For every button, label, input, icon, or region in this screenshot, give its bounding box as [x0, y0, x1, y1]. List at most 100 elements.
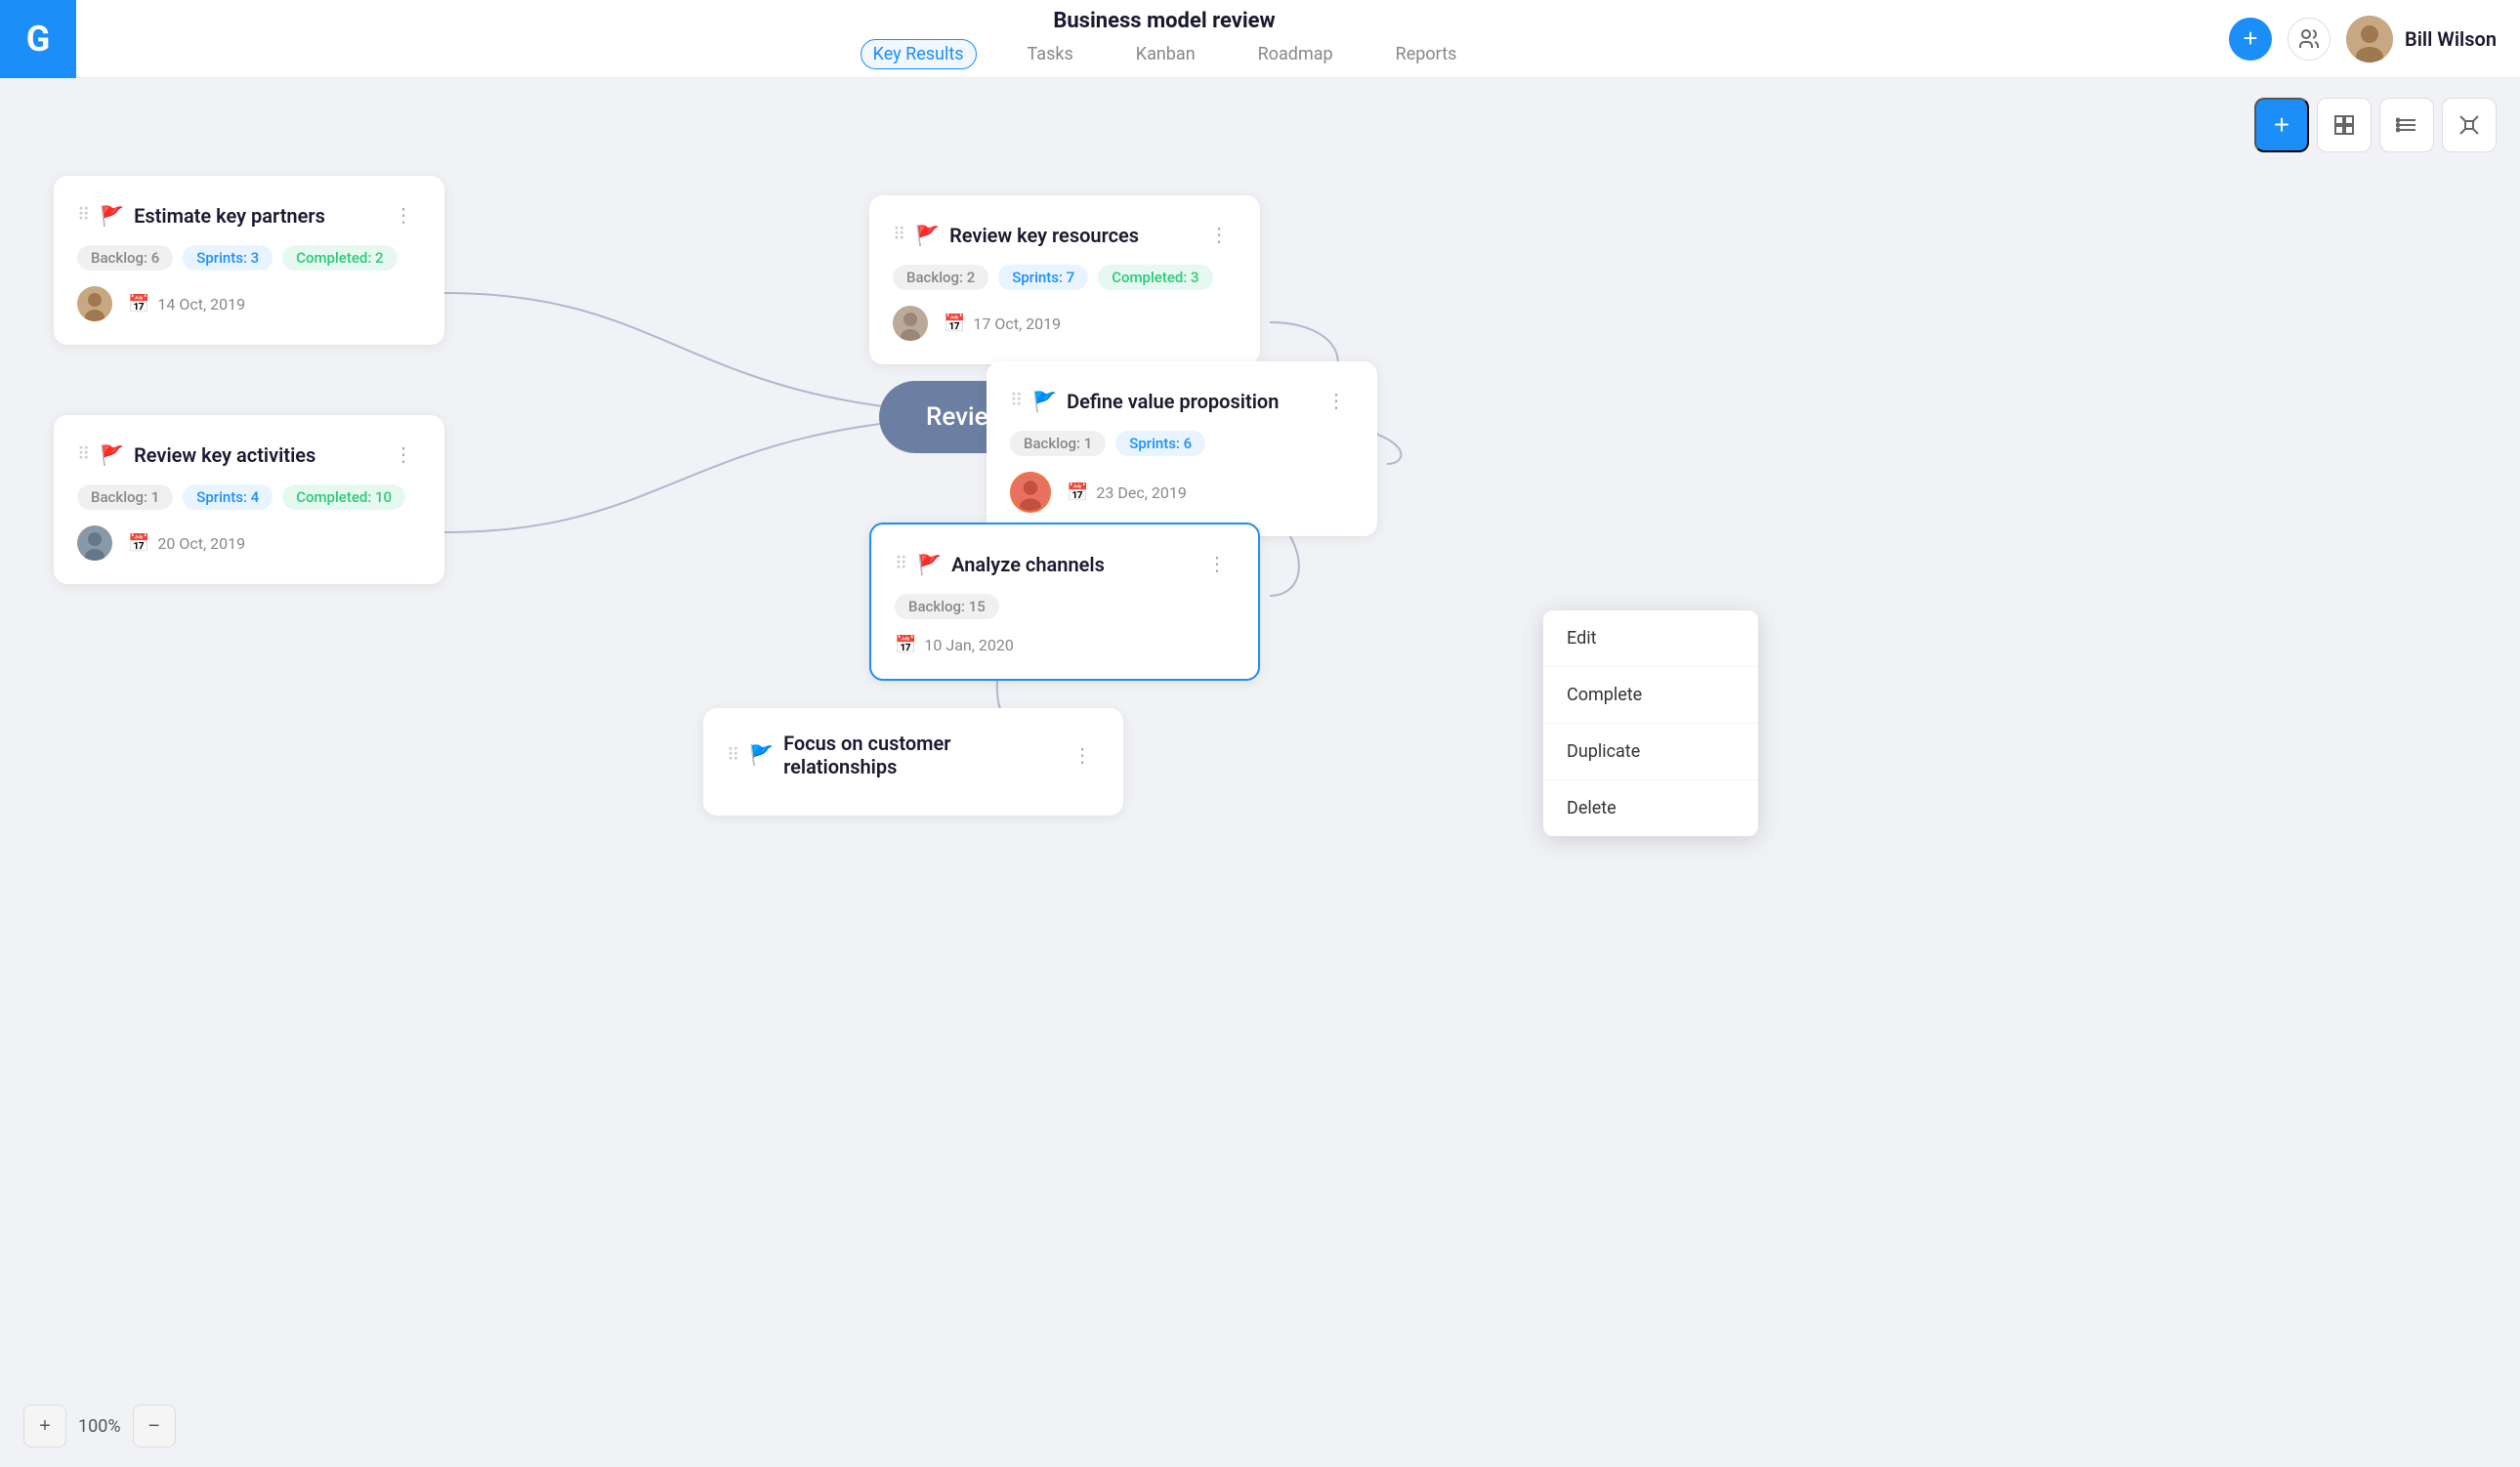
- date-label: 17 Oct, 2019: [973, 314, 1061, 333]
- list-view-button[interactable]: [2379, 98, 2434, 152]
- card-title: Estimate key partners: [134, 204, 325, 228]
- card-review-key-resources: ⠿ 🚩 Review key resources ⋮ Backlog: 2 Sp…: [869, 195, 1260, 364]
- more-button[interactable]: ⋮: [386, 199, 421, 231]
- card-header: ⠿ 🚩 Estimate key partners ⋮: [77, 199, 421, 231]
- card-title: Review key resources: [949, 224, 1139, 247]
- tab-kanban[interactable]: Kanban: [1124, 40, 1207, 68]
- badge-completed: Completed: 10: [282, 484, 405, 510]
- badges: Backlog: 1 Sprints: 4 Completed: 10: [77, 484, 421, 510]
- badge-backlog: Backlog: 1: [77, 484, 173, 510]
- flag-icon: 🚩: [749, 743, 774, 767]
- avatar: [77, 286, 112, 321]
- flag-icon: 🚩: [100, 443, 124, 467]
- context-menu: Edit Complete Duplicate Delete: [1543, 610, 1758, 836]
- card-title: Define value proposition: [1067, 390, 1279, 413]
- user-area: Bill Wilson: [2346, 16, 2497, 63]
- drag-handle[interactable]: ⠿: [1010, 391, 1023, 411]
- more-button[interactable]: ⋮: [1201, 219, 1237, 251]
- card-footer: 📅 20 Oct, 2019: [77, 525, 421, 561]
- tab-tasks[interactable]: Tasks: [1016, 40, 1085, 68]
- avatar: [77, 525, 112, 561]
- date-label: 23 Dec, 2019: [1096, 483, 1186, 502]
- avatar: [893, 306, 928, 341]
- menu-item-complete[interactable]: Complete: [1543, 667, 1758, 724]
- card-footer: 📅 17 Oct, 2019: [893, 306, 1237, 341]
- date-area: 📅 20 Oct, 2019: [128, 533, 245, 554]
- card-title-area: ⠿ 🚩 Focus on customer relationships: [727, 732, 1065, 778]
- page-title: Business model review: [1053, 9, 1275, 33]
- logo[interactable]: G: [0, 0, 76, 78]
- users-icon-button[interactable]: [2288, 18, 2331, 61]
- drag-handle[interactable]: ⠿: [77, 444, 90, 465]
- bottom-bar: + 100% −: [23, 1404, 176, 1447]
- date-label: 14 Oct, 2019: [157, 295, 245, 314]
- card-footer: 📅 10 Jan, 2020: [895, 635, 1235, 655]
- menu-item-duplicate[interactable]: Duplicate: [1543, 724, 1758, 780]
- drag-handle[interactable]: ⠿: [895, 554, 907, 574]
- more-button[interactable]: ⋮: [1065, 739, 1100, 772]
- card-title: Focus on customer relationships: [783, 732, 1065, 778]
- badges: Backlog: 2 Sprints: 7 Completed: 3: [893, 265, 1237, 290]
- header-center: Business model review Key Results Tasks …: [100, 9, 2229, 69]
- logo-icon: G: [26, 19, 51, 60]
- nav-tabs: Key Results Tasks Kanban Roadmap Reports: [861, 39, 1469, 69]
- calendar-icon: 📅: [128, 294, 149, 314]
- drag-handle[interactable]: ⠿: [727, 745, 739, 766]
- canvas: +: [0, 78, 2520, 1467]
- more-button[interactable]: ⋮: [1199, 548, 1235, 580]
- menu-item-delete[interactable]: Delete: [1543, 780, 1758, 836]
- badge-sprints: Sprints: 7: [998, 265, 1088, 290]
- more-button[interactable]: ⋮: [386, 439, 421, 471]
- grid-view-button[interactable]: [2317, 98, 2372, 152]
- tab-roadmap[interactable]: Roadmap: [1246, 40, 1345, 68]
- card-title: Review key activities: [134, 443, 315, 467]
- card-title-area: ⠿ 🚩 Review key activities: [77, 443, 315, 467]
- badge-sprints: Sprints: 4: [183, 484, 273, 510]
- menu-item-edit[interactable]: Edit: [1543, 610, 1758, 667]
- collapse-button[interactable]: [2442, 98, 2497, 152]
- zoom-level: 100%: [78, 1416, 121, 1437]
- badges: Backlog: 1 Sprints: 6: [1010, 431, 1354, 456]
- card-define-value-proposition: ⠿ 🚩 Define value proposition ⋮ Backlog: …: [987, 361, 1377, 536]
- drag-handle[interactable]: ⠿: [77, 205, 90, 226]
- badges: Backlog: 15: [895, 594, 1235, 619]
- more-button[interactable]: ⋮: [1319, 385, 1354, 417]
- header: G Business model review Key Results Task…: [0, 0, 2520, 78]
- date-area: 📅 10 Jan, 2020: [895, 635, 1014, 655]
- card-title-area: ⠿ 🚩 Analyze channels: [895, 553, 1105, 576]
- badge-backlog: Backlog: 15: [895, 594, 999, 619]
- badge-backlog: Backlog: 2: [893, 265, 988, 290]
- badge-sprints: Sprints: 3: [183, 245, 273, 271]
- zoom-out-button[interactable]: −: [133, 1404, 176, 1447]
- avatar: [1010, 472, 1051, 513]
- card-header: ⠿ 🚩 Define value proposition ⋮: [1010, 385, 1354, 417]
- tab-key-results[interactable]: Key Results: [861, 39, 977, 69]
- canvas-toolbar: +: [2254, 98, 2497, 152]
- add-button[interactable]: +: [2229, 18, 2272, 61]
- badges: Backlog: 6 Sprints: 3 Completed: 2: [77, 245, 421, 271]
- badge-completed: Completed: 3: [1098, 265, 1212, 290]
- card-footer: 📅 14 Oct, 2019: [77, 286, 421, 321]
- canvas-add-button[interactable]: +: [2254, 98, 2309, 152]
- card-header: ⠿ 🚩 Review key resources ⋮: [893, 219, 1237, 251]
- calendar-icon: 📅: [944, 314, 965, 334]
- user-name: Bill Wilson: [2405, 27, 2497, 51]
- card-estimate-key-partners: ⠿ 🚩 Estimate key partners ⋮ Backlog: 6 S…: [54, 176, 444, 345]
- drag-handle[interactable]: ⠿: [893, 225, 905, 245]
- card-title-area: ⠿ 🚩 Review key resources: [893, 224, 1139, 247]
- badge-backlog: Backlog: 1: [1010, 431, 1106, 456]
- flag-icon: 🚩: [1032, 390, 1057, 413]
- date-area: 📅 23 Dec, 2019: [1067, 482, 1187, 503]
- badge-completed: Completed: 2: [282, 245, 397, 271]
- tab-reports[interactable]: Reports: [1384, 40, 1469, 68]
- flag-icon: 🚩: [917, 553, 942, 576]
- flag-icon: 🚩: [100, 204, 124, 228]
- zoom-in-button[interactable]: +: [23, 1404, 66, 1447]
- badge-backlog: Backlog: 6: [77, 245, 173, 271]
- card-header: ⠿ 🚩 Focus on customer relationships ⋮: [727, 732, 1100, 778]
- card-focus-on-customer-relationships: ⠿ 🚩 Focus on customer relationships ⋮: [703, 708, 1123, 816]
- card-footer: 📅 23 Dec, 2019: [1010, 472, 1354, 513]
- date-area: 📅 14 Oct, 2019: [128, 294, 245, 314]
- flag-icon: 🚩: [915, 224, 940, 247]
- card-analyze-channels: ⠿ 🚩 Analyze channels ⋮ Backlog: 15 📅 10 …: [869, 523, 1260, 681]
